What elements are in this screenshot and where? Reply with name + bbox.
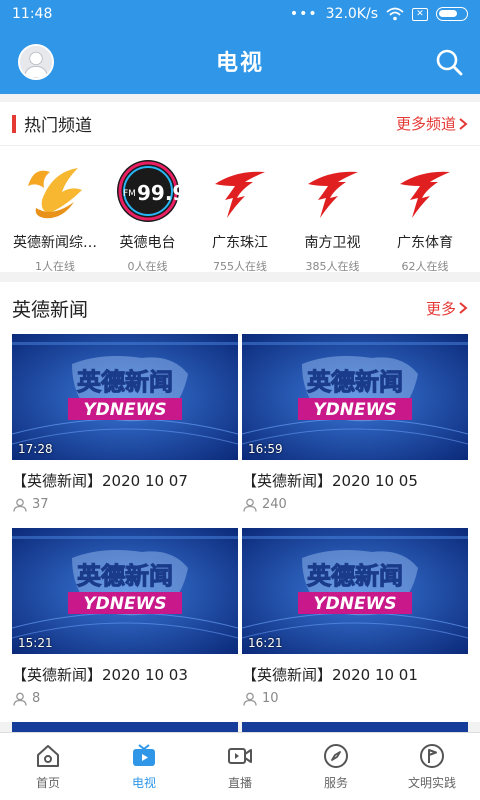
video-title: 【英德新闻】2020 10 03 bbox=[12, 666, 188, 684]
guangdong-tv-logo-icon bbox=[300, 158, 366, 224]
video-thumbnail: 英德新闻 YDNEWS 16:21 bbox=[242, 528, 468, 654]
channel-item[interactable]: 英德新闻综… 1人在线 bbox=[10, 158, 100, 274]
fm-label: FM bbox=[123, 189, 136, 199]
wifi-icon bbox=[386, 7, 404, 21]
tab-civilization[interactable]: 文明实践 bbox=[384, 733, 480, 800]
thumbnail-title-en: YDNEWS bbox=[313, 400, 396, 420]
tab-label: 服务 bbox=[323, 776, 348, 790]
thumbnail-title-cn: 英德新闻 bbox=[307, 368, 403, 396]
channel-online-count: 62人在线 bbox=[401, 260, 449, 273]
more-news-link[interactable]: 更多 bbox=[426, 298, 468, 319]
guangdong-tv-logo-icon bbox=[392, 158, 458, 224]
chevron-right-icon bbox=[459, 117, 468, 130]
video-title: 【英德新闻】2020 10 07 bbox=[12, 472, 188, 490]
video-duration: 16:21 bbox=[248, 636, 283, 650]
thumbnail-title-cn: 英德新闻 bbox=[77, 368, 173, 396]
page-title: 电视 bbox=[215, 51, 264, 76]
tab-live[interactable]: 直播 bbox=[192, 733, 288, 800]
channel-online-count: 1人在线 bbox=[35, 260, 75, 273]
thumbnail-title-cn: 英德新闻 bbox=[77, 562, 173, 590]
video-duration: 17:28 bbox=[18, 442, 53, 456]
person-icon bbox=[13, 498, 27, 512]
frequency-label: 99.9 bbox=[137, 181, 181, 205]
news-header: 英德新闻 更多 bbox=[0, 282, 480, 334]
chevron-right-icon bbox=[459, 302, 468, 314]
sim-off-icon: ✕ bbox=[412, 7, 428, 21]
channel-online-count: 755人在线 bbox=[213, 260, 267, 273]
yingde-news-logo-icon bbox=[22, 158, 88, 224]
video-views: 10 bbox=[242, 691, 468, 706]
thumbnail-title-en: YDNEWS bbox=[83, 400, 166, 420]
channel-item[interactable]: FM 99.9 英德电台 0人在线 bbox=[103, 158, 193, 274]
next-row-peek bbox=[12, 722, 468, 732]
video-views: 8 bbox=[12, 691, 238, 706]
video-camera-icon bbox=[228, 748, 252, 764]
thumbnail-title-cn: 英德新闻 bbox=[307, 562, 403, 590]
channel-name: 广东珠江 bbox=[212, 235, 268, 251]
video-title: 【英德新闻】2020 10 05 bbox=[242, 472, 418, 490]
video-thumbnail: 英德新闻 YDNEWS 17:28 bbox=[12, 334, 238, 460]
video-duration: 16:59 bbox=[248, 442, 283, 456]
view-count: 37 bbox=[32, 497, 49, 512]
channel-name: 广东体育 bbox=[397, 235, 453, 251]
avatar[interactable] bbox=[18, 44, 54, 80]
tab-label: 首页 bbox=[35, 776, 60, 790]
status-bar: 11:48 ••• 32.0K/s ✕ bbox=[0, 0, 480, 28]
guangdong-tv-logo-icon bbox=[207, 158, 273, 224]
news-title: 英德新闻 bbox=[12, 298, 89, 321]
news-video-item[interactable]: 英德新闻 YDNEWS 16:59 【英德新闻】2020 10 05 240 bbox=[242, 334, 468, 528]
channel-name: 英德新闻综… bbox=[13, 235, 97, 251]
battery-icon bbox=[436, 7, 468, 21]
section-accent-bar bbox=[12, 114, 16, 133]
fm999-logo-icon: FM 99.9 bbox=[115, 158, 181, 224]
compass-icon bbox=[324, 744, 348, 768]
tab-tv[interactable]: 电视 bbox=[96, 733, 192, 800]
view-count: 10 bbox=[262, 691, 279, 706]
video-thumbnail: 英德新闻 YDNEWS 15:21 bbox=[12, 528, 238, 654]
news-video-item[interactable]: 英德新闻 YDNEWS 17:28 【英德新闻】2020 10 07 37 bbox=[12, 334, 238, 528]
thumbnail-title-en: YDNEWS bbox=[313, 594, 396, 614]
video-views: 37 bbox=[12, 497, 238, 512]
news-video-item[interactable]: 英德新闻 YDNEWS 16:21 【英德新闻】2020 10 01 10 bbox=[242, 528, 468, 722]
channel-name: 英德电台 bbox=[119, 235, 176, 251]
hot-channels-header: 热门频道 更多频道 bbox=[0, 102, 480, 146]
tv-icon bbox=[133, 744, 155, 766]
video-duration: 15:21 bbox=[18, 636, 53, 650]
video-title: 【英德新闻】2020 10 01 bbox=[242, 666, 418, 684]
view-count: 8 bbox=[32, 691, 41, 706]
tab-home[interactable]: 首页 bbox=[0, 733, 96, 800]
channel-online-count: 385人在线 bbox=[305, 260, 360, 273]
tab-label: 电视 bbox=[131, 776, 156, 790]
user-avatar-icon bbox=[20, 46, 52, 78]
view-count: 240 bbox=[262, 497, 287, 512]
video-thumbnail: 英德新闻 YDNEWS 16:59 bbox=[242, 334, 468, 460]
notification-dots-icon: ••• bbox=[289, 6, 318, 22]
search-icon[interactable] bbox=[434, 47, 464, 77]
channel-item[interactable]: 广东体育 62人在线 bbox=[380, 158, 470, 274]
network-speed: 32.0K/s bbox=[325, 6, 378, 22]
tab-label: 文明实践 bbox=[407, 776, 456, 790]
hot-channels-section: 热门频道 更多频道 英德新闻综… 1人在线 FM 99.9 英德电台 0人在线 … bbox=[0, 102, 480, 274]
tab-label: 直播 bbox=[227, 776, 252, 790]
news-video-item[interactable]: 英德新闻 YDNEWS 15:21 【英德新闻】2020 10 03 8 bbox=[12, 528, 238, 722]
person-icon bbox=[13, 692, 27, 706]
app-bar: 电视 bbox=[0, 28, 480, 94]
hot-channels-title: 热门频道 bbox=[24, 116, 92, 136]
channel-online-count: 0人在线 bbox=[127, 260, 168, 273]
tab-service[interactable]: 服务 bbox=[288, 733, 384, 800]
more-channels-link[interactable]: 更多频道 bbox=[396, 113, 468, 134]
channel-item[interactable]: 南方卫视 385人在线 bbox=[288, 158, 378, 274]
status-time: 11:48 bbox=[12, 6, 53, 22]
flag-icon bbox=[420, 744, 444, 768]
channel-name: 南方卫视 bbox=[304, 235, 361, 251]
bottom-tab-bar: 首页 电视 直播 服务 文明实践 bbox=[0, 732, 480, 800]
channel-item[interactable]: 广东珠江 755人在线 bbox=[195, 158, 285, 274]
home-icon bbox=[37, 745, 59, 767]
video-views: 240 bbox=[242, 497, 468, 512]
news-section: 英德新闻 更多 英德新闻 YDNEWS 17:28 【英德新闻】2020 10 … bbox=[0, 282, 480, 722]
person-icon bbox=[243, 692, 257, 706]
thumbnail-title-en: YDNEWS bbox=[83, 594, 166, 614]
person-icon bbox=[243, 498, 257, 512]
